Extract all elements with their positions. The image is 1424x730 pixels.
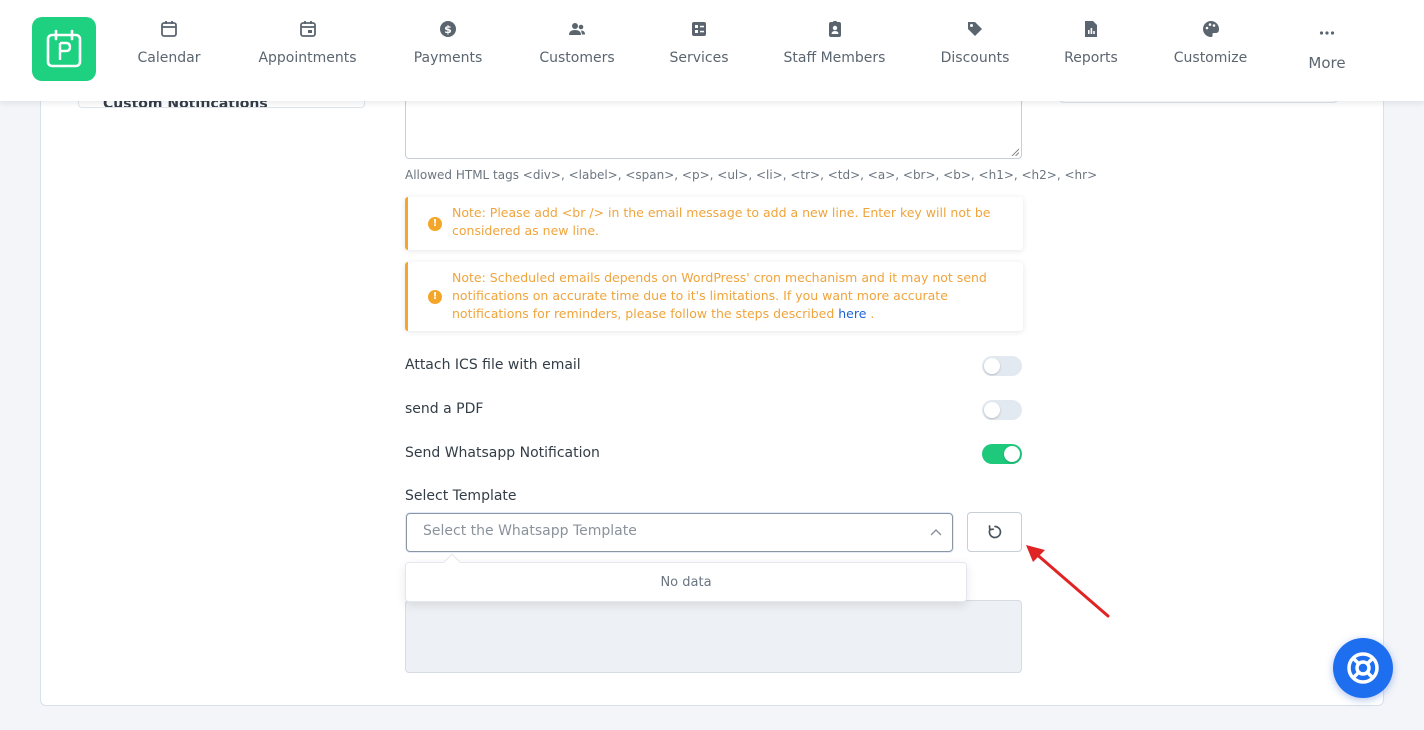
nav-appointments[interactable]: Appointments <box>257 20 358 66</box>
app-logo[interactable] <box>32 17 96 81</box>
logo-icon <box>46 29 82 68</box>
nav-discounts-label: Discounts <box>940 50 1010 66</box>
chevron-up-icon <box>930 529 942 536</box>
svg-text:$: $ <box>444 23 452 36</box>
nav-payments-label: Payments <box>413 50 483 66</box>
badge-icon <box>828 21 841 37</box>
nav-staff-members[interactable]: Staff Members <box>783 20 886 66</box>
cron-note-text: Note: Scheduled emails depends on WordPr… <box>452 269 1009 323</box>
nav-more[interactable]: More <box>1307 20 1347 72</box>
cron-note-link[interactable]: here <box>838 306 866 321</box>
services-icon <box>692 22 706 36</box>
annotation-arrow-icon <box>1026 545 1110 618</box>
attach-ics-label: Attach ICS file with email <box>405 357 581 373</box>
cron-note-suffix: . <box>866 306 875 321</box>
nav-reports-label: Reports <box>1064 50 1118 66</box>
lifebuoy-icon <box>1347 652 1379 684</box>
refresh-icon <box>988 525 1001 539</box>
template-preview <box>405 600 1022 673</box>
nav-customize[interactable]: Customize <box>1172 20 1249 66</box>
top-navigation: Calendar Appointments $ Payments Custome… <box>0 0 1424 101</box>
nav-reports[interactable]: Reports <box>1064 20 1118 66</box>
calendar-check-icon <box>299 21 316 37</box>
resize-grip-icon[interactable] <box>1011 148 1019 156</box>
nav-calendar[interactable]: Calendar <box>136 20 202 66</box>
report-icon <box>1085 21 1097 37</box>
nav-services-label: Services <box>669 50 729 66</box>
attach-ics-toggle[interactable] <box>982 356 1022 376</box>
tag-icon <box>968 22 982 36</box>
calendar-icon <box>161 21 177 37</box>
info-icon: ! <box>428 217 442 231</box>
users-icon <box>569 23 585 35</box>
line-break-note-text: Note: Please add <br /> in the email mes… <box>452 205 991 238</box>
cron-note-body: Note: Scheduled emails depends on WordPr… <box>452 270 987 321</box>
nav-appointments-label: Appointments <box>258 50 357 66</box>
dollar-icon: $ <box>440 21 456 37</box>
nav-staff-members-label: Staff Members <box>783 50 886 66</box>
template-select-input[interactable] <box>423 523 903 539</box>
nav-calendar-label: Calendar <box>137 50 201 66</box>
toggle-knob <box>1004 446 1020 462</box>
nav-customize-label: Customize <box>1173 50 1248 66</box>
refresh-templates-button[interactable] <box>967 512 1022 552</box>
send-pdf-label: send a PDF <box>405 401 484 417</box>
nav-customers[interactable]: Customers <box>538 20 616 66</box>
toggle-knob <box>984 402 1000 418</box>
cron-note: ! Note: Scheduled emails depends on Word… <box>405 262 1023 331</box>
nav-services[interactable]: Services <box>669 20 729 66</box>
help-button[interactable] <box>1333 638 1393 698</box>
nav-customers-label: Customers <box>539 50 615 66</box>
palette-icon <box>1202 21 1219 37</box>
template-dropdown: No data <box>405 553 967 602</box>
whatsapp-toggle[interactable] <box>982 444 1022 464</box>
nav-discounts[interactable]: Discounts <box>940 20 1010 66</box>
dropdown-empty-text: No data <box>660 575 712 590</box>
template-select[interactable] <box>406 513 953 552</box>
ellipsis-icon <box>1319 31 1335 35</box>
info-icon: ! <box>428 290 442 304</box>
send-pdf-toggle[interactable] <box>982 400 1022 420</box>
line-break-note: ! Note: Please add <br /> in the email m… <box>405 197 1023 250</box>
nav-more-label: More <box>1308 54 1346 72</box>
select-template-label: Select Template <box>405 488 517 504</box>
whatsapp-label: Send Whatsapp Notification <box>405 445 600 461</box>
nav-payments[interactable]: $ Payments <box>412 20 484 66</box>
toggle-knob <box>984 358 1000 374</box>
allowed-tags-hint: Allowed HTML tags <div>, <label>, <span>… <box>405 168 1098 182</box>
